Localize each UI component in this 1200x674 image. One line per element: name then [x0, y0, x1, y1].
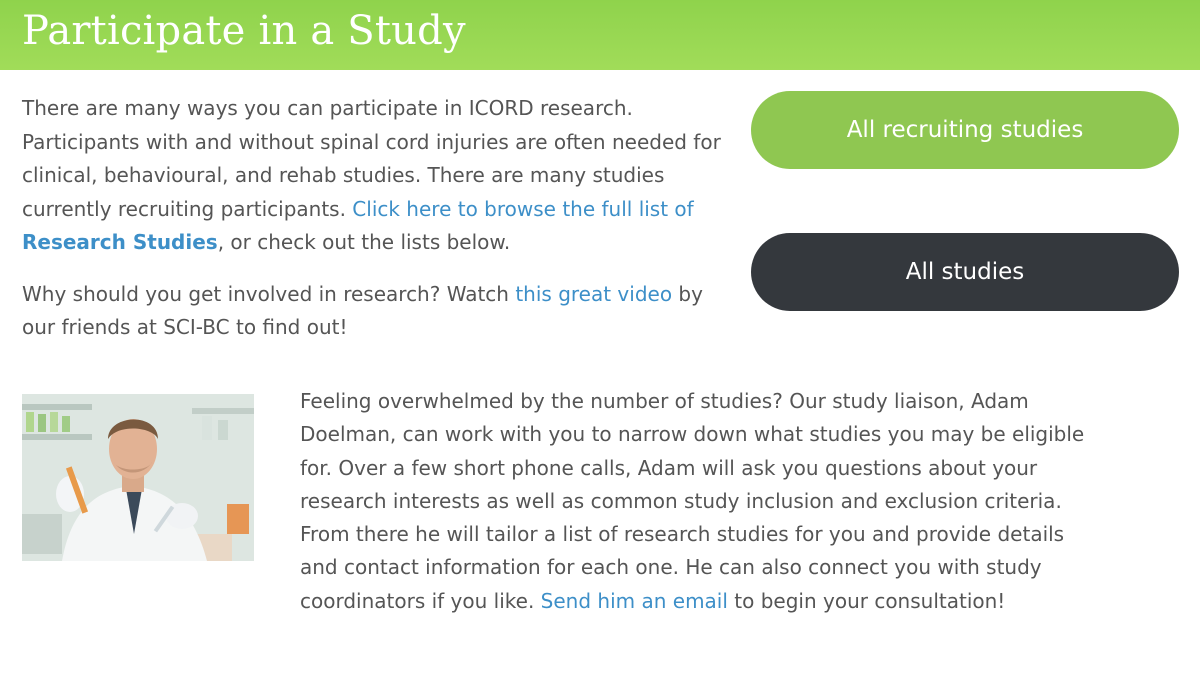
all-studies-button[interactable]: All studies: [751, 233, 1179, 311]
researcher-photo-illustration: [22, 394, 254, 561]
liaison-section: Feeling overwhelmed by the number of stu…: [300, 385, 1090, 618]
all-recruiting-studies-label: All recruiting studies: [846, 117, 1084, 143]
liaison-text: Feeling overwhelmed by the number of stu…: [300, 389, 1085, 613]
all-recruiting-studies-button[interactable]: All recruiting studies: [751, 91, 1179, 169]
all-studies-label: All studies: [905, 259, 1025, 285]
video-paragraph: Why should you get involved in research?…: [22, 278, 722, 345]
researcher-photo: [22, 394, 254, 561]
video-text: Why should you get involved in research?…: [22, 281, 516, 306]
great-video-link[interactable]: this great video: [515, 282, 672, 306]
browse-studies-link-text: Click here to browse the full list of: [352, 196, 694, 221]
page-header: Participate in a Study: [0, 0, 1200, 70]
research-studies-link-text: Research Studies: [22, 230, 218, 254]
intro-section: There are many ways you can participate …: [22, 92, 722, 363]
intro-paragraph: There are many ways you can participate …: [22, 92, 722, 260]
send-email-link[interactable]: Send him an email: [541, 589, 728, 613]
liaison-text-after: to begin your consultation!: [727, 588, 1006, 613]
liaison-paragraph: Feeling overwhelmed by the number of stu…: [300, 385, 1090, 618]
page-title: Participate in a Study: [22, 8, 466, 54]
intro-text-after: , or check out the lists below.: [217, 230, 511, 254]
